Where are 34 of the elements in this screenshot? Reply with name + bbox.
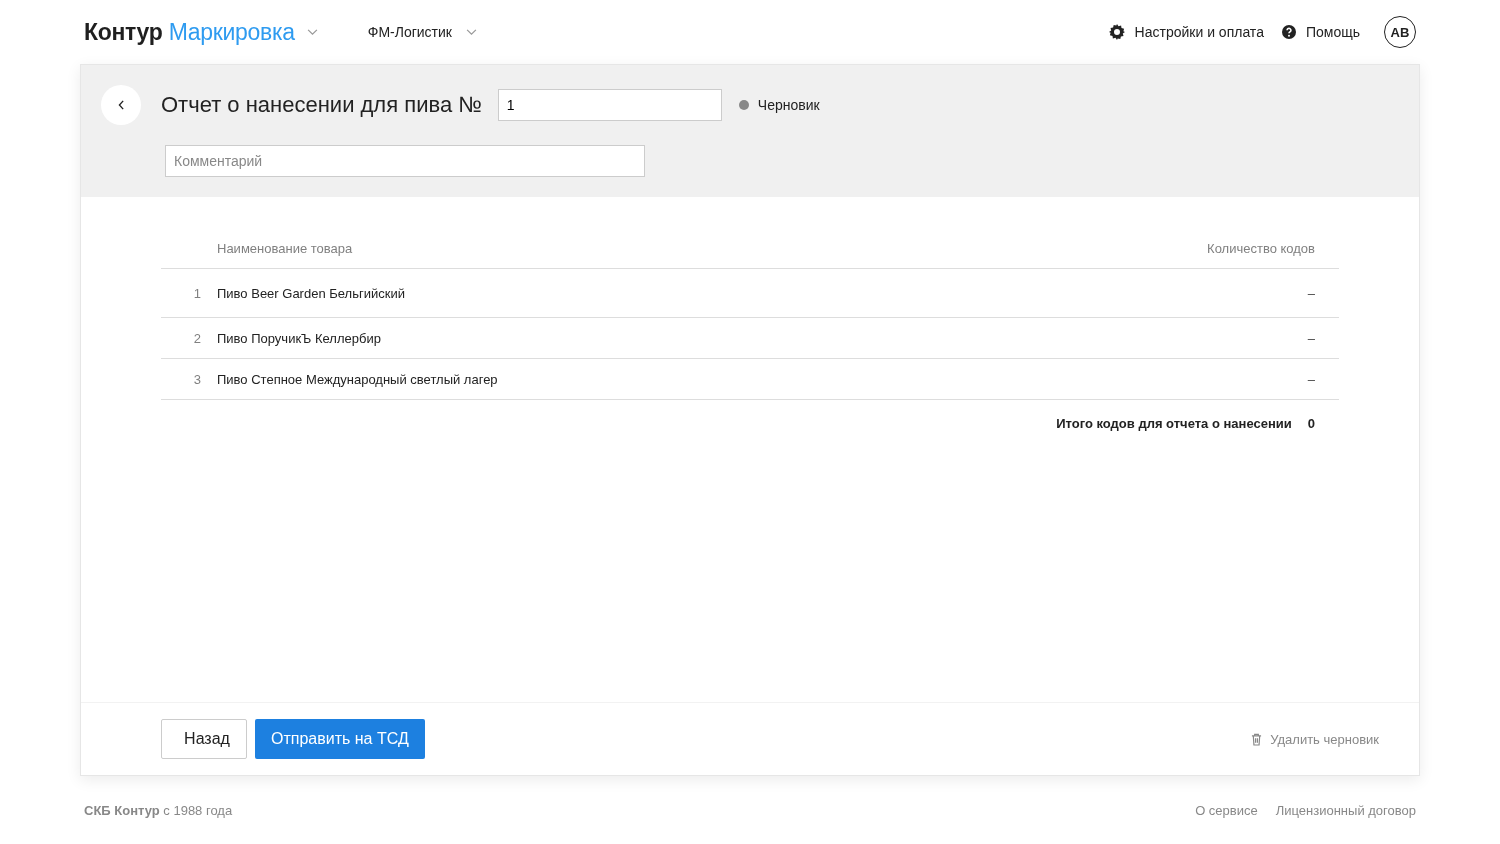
total-value: 0 — [1307, 416, 1315, 431]
row-number: 3 — [192, 371, 201, 387]
settings-icon — [1108, 24, 1125, 40]
product-logo[interactable]: Контур Маркировка — [84, 18, 295, 46]
organization-dropdown[interactable]: ФМ-Логистик — [367, 24, 477, 40]
column-header: Количество кодов — [1207, 241, 1315, 256]
settings-link[interactable]: Настройки и оплата — [1108, 24, 1264, 40]
chevron-down-icon[interactable] — [306, 28, 318, 36]
code-count: – — [1307, 330, 1315, 346]
footer-link[interactable]: Лицензионный договор — [1275, 802, 1416, 818]
help-link[interactable]: Помощь — [1281, 24, 1360, 40]
column-header: Наименование товара — [217, 241, 353, 256]
product-name: Пиво Beer Garden Бельгийский — [217, 285, 406, 301]
total-label: Итого кодов для отчета о нанесении — [1056, 416, 1292, 431]
chevron-down-icon — [465, 28, 477, 36]
product-name: Пиво ПоручикЪ Келлербир — [217, 330, 382, 346]
status-dot-icon — [738, 100, 749, 110]
trash-icon — [1251, 732, 1263, 746]
send-button[interactable]: Отправить на ТСД — [255, 719, 425, 759]
back-button[interactable]: Назад — [161, 719, 247, 759]
chevron-left-icon — [117, 100, 125, 110]
comment-field[interactable]: Комментарий — [165, 145, 645, 177]
number-field[interactable]: 1 — [497, 89, 722, 121]
footer-link[interactable]: О сервисе — [1195, 802, 1258, 818]
help-icon — [1281, 25, 1296, 39]
copyright-text: СКБ Контур с 1988 года — [84, 802, 233, 818]
code-count: – — [1307, 371, 1315, 387]
code-count: – — [1307, 285, 1315, 301]
delete-draft-button[interactable]: Удалить черновик — [1251, 731, 1379, 747]
row-number: 1 — [192, 285, 201, 301]
status-label: Черновик — [757, 97, 820, 113]
product-name: Пиво Степное Международный светлый лагер — [217, 371, 499, 387]
document-title: Отчет о нанесении для пива № — [161, 92, 482, 118]
row-number: 2 — [192, 330, 201, 346]
